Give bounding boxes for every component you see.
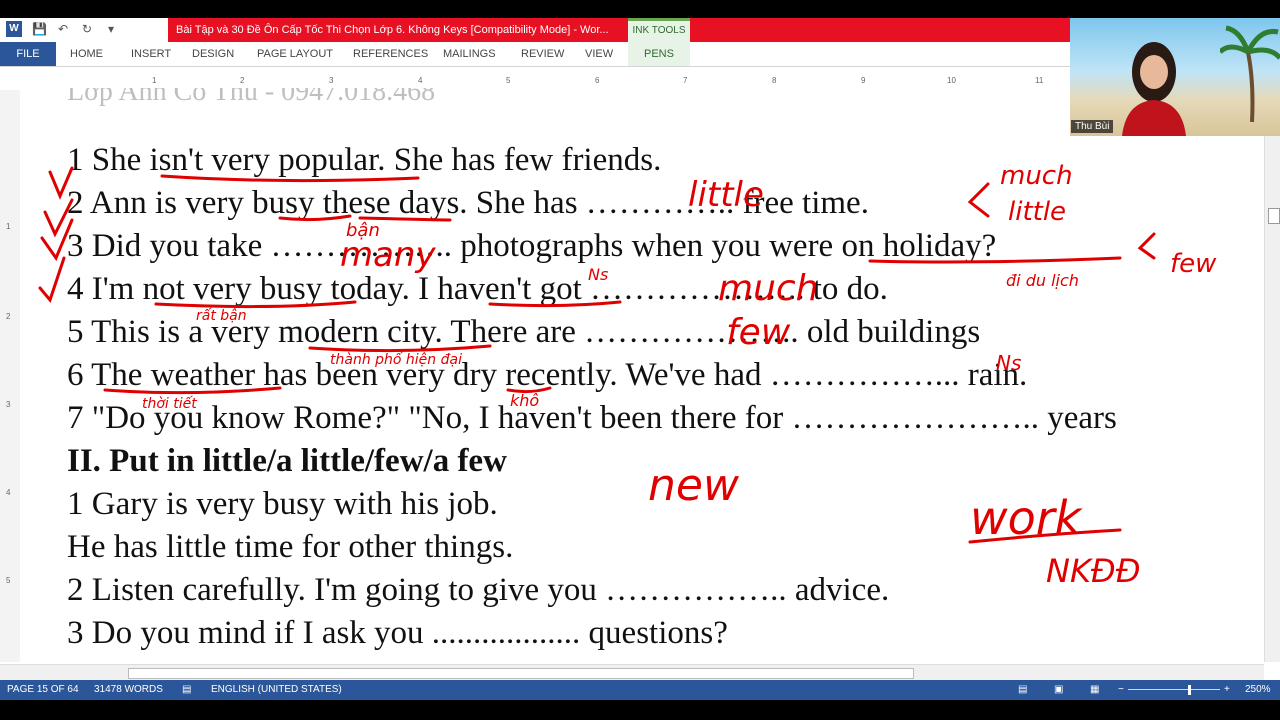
quick-access-toolbar: W 💾 ↶ ↻ ▾	[6, 21, 118, 37]
zoom-in-icon[interactable]: +	[1224, 680, 1230, 700]
vruler-tick: 5	[6, 576, 11, 585]
exercise-line-7: 7 "Do you know Rome?" "No, I haven't bee…	[67, 400, 1117, 436]
horizontal-scroll-thumb[interactable]	[128, 668, 914, 679]
tab-pens[interactable]: PENS	[628, 42, 690, 66]
ink-word: much	[1000, 161, 1073, 191]
exercise-line-4: 4 I'm not very busy today. I haven't got…	[67, 271, 888, 307]
bottom-black-bar	[0, 700, 1280, 720]
exercise-b-line-1: 1 Gary is very busy with his job.	[67, 486, 498, 522]
print-layout-icon[interactable]: ▣	[1054, 680, 1063, 700]
page-header: Lớp Anh Cô Thu - 0947.018.468	[67, 88, 436, 107]
ink-word: NKĐĐ	[1046, 552, 1141, 590]
exercise-b-line-3: 3 Do you mind if I ask you .............…	[67, 615, 728, 651]
zoom-slider-thumb[interactable]	[1188, 685, 1191, 695]
vruler-tick: 3	[6, 400, 11, 409]
ink-underline	[968, 528, 1122, 544]
word-logo-icon[interactable]: W	[6, 21, 22, 37]
redo-icon[interactable]: ↻	[80, 22, 94, 36]
section-heading: II. Put in little/a little/few/a few	[67, 443, 507, 479]
webcam-overlay: Thu Bùi	[1070, 18, 1280, 136]
vruler-tick: 4	[6, 488, 11, 497]
ink-bracket	[1137, 232, 1156, 260]
vertical-scroll-thumb[interactable]	[1268, 208, 1280, 224]
undo-icon[interactable]: ↶	[56, 22, 70, 36]
exercise-b-line-1-answer: He has little time for other things.	[67, 529, 514, 565]
exercise-line-2: 2 Ann is very busy these days. She has ……	[67, 185, 869, 221]
exercise-line-5: 5 This is a very modern city. There are …	[67, 314, 981, 350]
ruler-tick: 3	[329, 76, 334, 85]
zoom-level[interactable]: 250%	[1245, 680, 1271, 700]
ink-word: few	[1170, 249, 1217, 279]
ruler-tick: 4	[418, 76, 423, 85]
read-mode-icon[interactable]: ▤	[1018, 680, 1027, 700]
vruler-tick: 1	[6, 222, 11, 231]
presenter-avatar	[1122, 42, 1186, 136]
customize-qat-icon[interactable]: ▾	[104, 22, 118, 36]
ruler-tick: 8	[772, 76, 777, 85]
title-bar-fill	[690, 18, 1070, 42]
ruler-tick: 1	[152, 76, 157, 85]
document-page[interactable]: Lớp Anh Cô Thu - 0947.018.468 1 She isn'…	[20, 88, 1264, 662]
tab-review[interactable]: REVIEW	[521, 42, 564, 66]
ruler-tick: 2	[240, 76, 245, 85]
horizontal-scrollbar[interactable]	[0, 664, 1264, 681]
vruler-tick: 2	[6, 312, 11, 321]
tab-home[interactable]: HOME	[70, 42, 103, 66]
page-count[interactable]: PAGE 15 OF 64	[7, 680, 79, 700]
tab-file[interactable]: FILE	[0, 42, 56, 66]
ink-bracket	[967, 182, 990, 218]
word-count[interactable]: 31478 WORDS	[94, 680, 163, 700]
exercise-line-1: 1 She isn't very popular. She has few fr…	[67, 142, 662, 178]
ink-word: work	[970, 491, 1084, 545]
presenter-name: Thu Bùi	[1071, 120, 1114, 133]
ruler-tick: 7	[683, 76, 688, 85]
document-title: Bài Tập và 30 Đề Ôn Cấp Tốc Thi Chọn Lớp…	[168, 18, 628, 42]
zoom-out-icon[interactable]: −	[1118, 680, 1124, 700]
proofing-icon[interactable]: ▤	[182, 680, 191, 700]
ruler-tick: 10	[947, 76, 956, 85]
exercise-line-6: 6 The weather has been very dry recently…	[67, 357, 1028, 393]
zoom-slider-track[interactable]	[1128, 689, 1220, 690]
ruler-tick: 6	[595, 76, 600, 85]
ruler-tick: 11	[1035, 76, 1044, 85]
language-indicator[interactable]: ENGLISH (UNITED STATES)	[211, 680, 342, 700]
ruler-tick: 9	[861, 76, 866, 85]
tab-insert[interactable]: INSERT	[131, 42, 171, 66]
ruler-tick: 5	[506, 76, 511, 85]
ink-check	[38, 256, 66, 304]
top-black-bar	[0, 0, 1280, 18]
tab-references[interactable]: REFERENCES	[353, 42, 428, 66]
web-layout-icon[interactable]: ▦	[1090, 680, 1099, 700]
palm-tree-icon	[1220, 25, 1280, 122]
ink-word: little	[1008, 197, 1066, 227]
save-icon[interactable]: 💾	[32, 22, 47, 36]
tab-mailings[interactable]: MAILINGS	[443, 42, 496, 66]
ink-tools-group-label: INK TOOLS	[628, 18, 690, 42]
vertical-ruler[interactable]: 1 2 3 4 5	[0, 90, 21, 662]
ink-word: đi du lịch	[1006, 271, 1079, 290]
ribbon-tabs: FILE HOME INSERT DESIGN PAGE LAYOUT REFE…	[0, 42, 1070, 67]
tab-design[interactable]: DESIGN	[192, 42, 234, 66]
tab-page-layout[interactable]: PAGE LAYOUT	[257, 42, 333, 66]
title-bar: W 💾 ↶ ↻ ▾ Bài Tập và 30 Đề Ôn Cấp Tốc Th…	[0, 18, 1070, 42]
ink-word: new	[648, 460, 740, 511]
vertical-scrollbar[interactable]	[1264, 90, 1280, 662]
status-bar: PAGE 15 OF 64 31478 WORDS ▤ ENGLISH (UNI…	[0, 680, 1280, 700]
exercise-b-line-2: 2 Listen carefully. I'm going to give yo…	[67, 572, 890, 608]
tab-view[interactable]: VIEW	[585, 42, 613, 66]
exercise-line-3: 3 Did you take …………….. photographs when …	[67, 228, 997, 264]
